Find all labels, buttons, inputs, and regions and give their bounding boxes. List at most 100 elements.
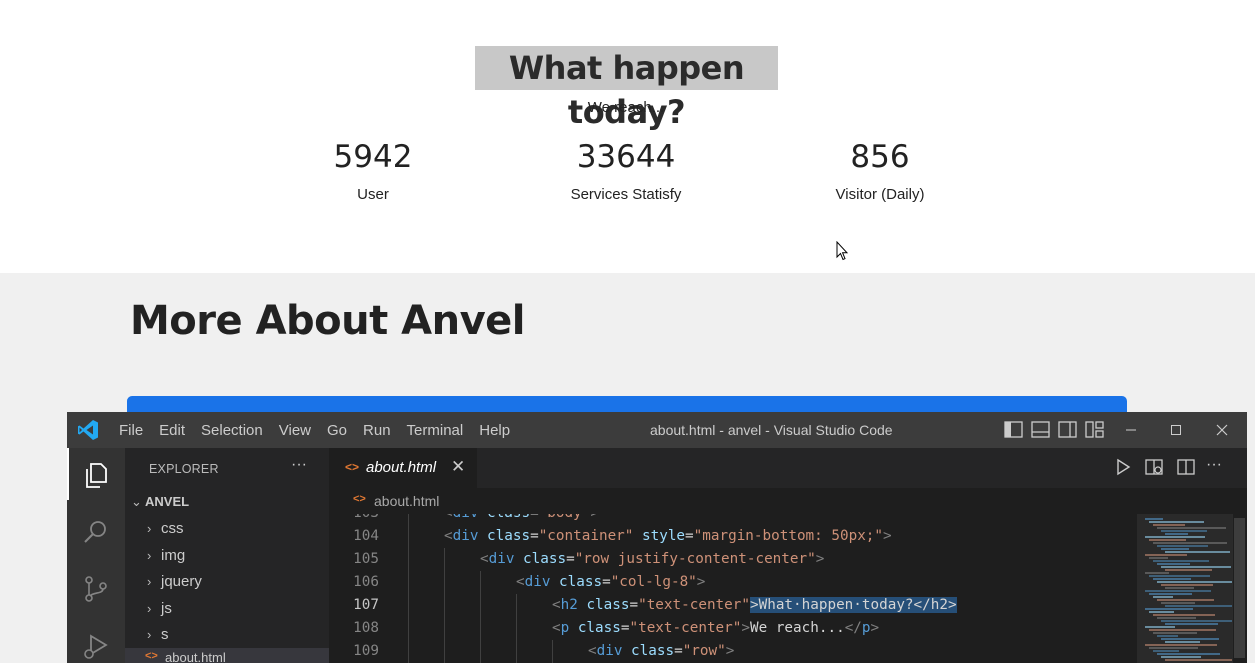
code-token: < (480, 551, 489, 567)
split-editor-icon[interactable] (1176, 457, 1196, 477)
more-actions-icon[interactable]: ··· (291, 456, 307, 474)
minimap-line (1165, 659, 1242, 661)
folder-label: img (161, 547, 186, 564)
code-token: class (487, 528, 531, 544)
toggle-panel-icon[interactable] (1031, 421, 1050, 438)
code-token: class (559, 574, 603, 590)
minimap-line (1161, 530, 1207, 532)
code-token: We reach... (750, 620, 845, 636)
run-file-icon[interactable] (1113, 457, 1133, 477)
html-file-icon: <> (353, 493, 366, 505)
vscode-logo-icon (78, 420, 98, 440)
code-token: "text-center" (629, 620, 742, 636)
code-token: = (629, 597, 639, 613)
maximize-button[interactable] (1153, 412, 1199, 448)
file-about-html[interactable]: <> about.html (125, 648, 329, 663)
menu-edit[interactable]: Edit (159, 422, 185, 439)
code-token: class (577, 620, 621, 636)
customize-layout-icon[interactable] (1085, 421, 1104, 438)
code-line[interactable]: 107 <h2 class="text-center">What·happen·t… (329, 594, 1137, 617)
minimap-line (1161, 548, 1189, 550)
stat-users: 5942 User (263, 138, 483, 203)
line-number: 106 (353, 574, 379, 590)
menu-go[interactable]: Go (327, 422, 347, 439)
minimap-line (1161, 638, 1219, 640)
minimap-line (1157, 581, 1232, 583)
folder-jquery[interactable]: › jquery (147, 573, 202, 590)
more-actions-icon[interactable]: ··· (1206, 456, 1222, 474)
run-debug-icon[interactable] (81, 630, 111, 660)
breadcrumb-file[interactable]: about.html (374, 493, 439, 509)
code-text: <div class="col-lg-8"> (516, 571, 705, 594)
code-token: = (685, 528, 694, 544)
line-number: 105 (353, 551, 379, 567)
stat-visitors: 856 Visitor (Daily) (770, 138, 990, 203)
folder-img[interactable]: › img (147, 547, 185, 564)
code-token: class (487, 514, 530, 521)
minimap[interactable] (1137, 514, 1247, 663)
minimap-line (1145, 590, 1211, 592)
line-number: 109 (353, 643, 379, 659)
breadcrumb: <> about.html (329, 488, 1247, 514)
code-editor[interactable]: 103<div class="body">104<div class="cont… (329, 514, 1137, 663)
code-token: class (586, 597, 630, 613)
minimap-line (1157, 599, 1214, 601)
menu-file[interactable]: File (119, 422, 143, 439)
minimap-line (1149, 611, 1174, 613)
menu-terminal[interactable]: Terminal (407, 422, 464, 439)
menu-help[interactable]: Help (479, 422, 510, 439)
stat-value: 5942 (333, 139, 413, 175)
indent-guide (480, 640, 481, 663)
code-line[interactable]: 105 <div class="row justify-content-cente… (329, 548, 1137, 571)
code-token: "row" (682, 643, 726, 659)
indent-guide (408, 594, 409, 617)
stat-label: Visitor (Daily) (835, 186, 925, 203)
code-line[interactable]: 109 <div class="row"> (329, 640, 1137, 663)
code-line[interactable]: 104 <div class="container" style="margin-… (329, 525, 1137, 548)
minimize-button[interactable] (1108, 412, 1154, 448)
close-window-button[interactable] (1199, 412, 1245, 448)
tab-about-html[interactable]: <> about.html ✕ (329, 448, 477, 488)
stat-label: Services Statisfy (570, 186, 682, 203)
minimap-line (1153, 560, 1209, 562)
scrollbar-thumb[interactable] (1234, 518, 1245, 658)
explorer-files-icon[interactable] (81, 460, 111, 490)
minimap-line (1157, 563, 1190, 565)
editor-group: <> about.html ✕ ··· <> about.html 103<di… (329, 448, 1247, 663)
menu-selection[interactable]: Selection (201, 422, 263, 439)
menu-run[interactable]: Run (363, 422, 391, 439)
code-token: div (596, 643, 632, 659)
code-token: "text-center" (638, 597, 750, 613)
code-line[interactable]: 108 <p class="text-center">We reach...</p… (329, 617, 1137, 640)
code-token: < (516, 574, 525, 590)
toggle-secondary-sidebar-icon[interactable] (1058, 421, 1077, 438)
search-icon[interactable] (81, 517, 111, 547)
folder-label: js (161, 600, 172, 617)
indent-guide (408, 617, 409, 640)
folder-s[interactable]: › s (147, 626, 169, 643)
close-icon (1216, 424, 1228, 436)
folder-css[interactable]: › css (147, 520, 184, 537)
minimap-line (1149, 647, 1198, 649)
source-control-icon[interactable] (81, 574, 111, 604)
minimap-line (1145, 518, 1163, 520)
open-preview-icon[interactable] (1144, 457, 1164, 477)
code-line[interactable]: 103 <div class="body"> (329, 514, 1137, 525)
minimap-line (1145, 644, 1217, 646)
indent-guide (480, 594, 481, 617)
close-tab-icon[interactable]: ✕ (451, 457, 465, 477)
vscode-window: File Edit Selection View Go Run Terminal… (67, 412, 1247, 663)
menu-view[interactable]: View (279, 422, 311, 439)
workspace-root[interactable]: ⌄ ANVEL (131, 494, 189, 510)
activity-bar (67, 448, 125, 663)
code-token: > (590, 514, 599, 521)
code-line[interactable]: 106 <div class="col-lg-8"> (329, 571, 1137, 594)
minimap-line (1145, 608, 1193, 610)
minimap-line (1153, 596, 1173, 598)
stats-section (0, 0, 1255, 273)
minimap-line (1157, 527, 1226, 529)
folder-js[interactable]: › js (147, 600, 172, 617)
code-token: = (530, 528, 539, 544)
toggle-primary-sidebar-icon[interactable] (1004, 421, 1023, 438)
indent-guide (444, 571, 445, 594)
